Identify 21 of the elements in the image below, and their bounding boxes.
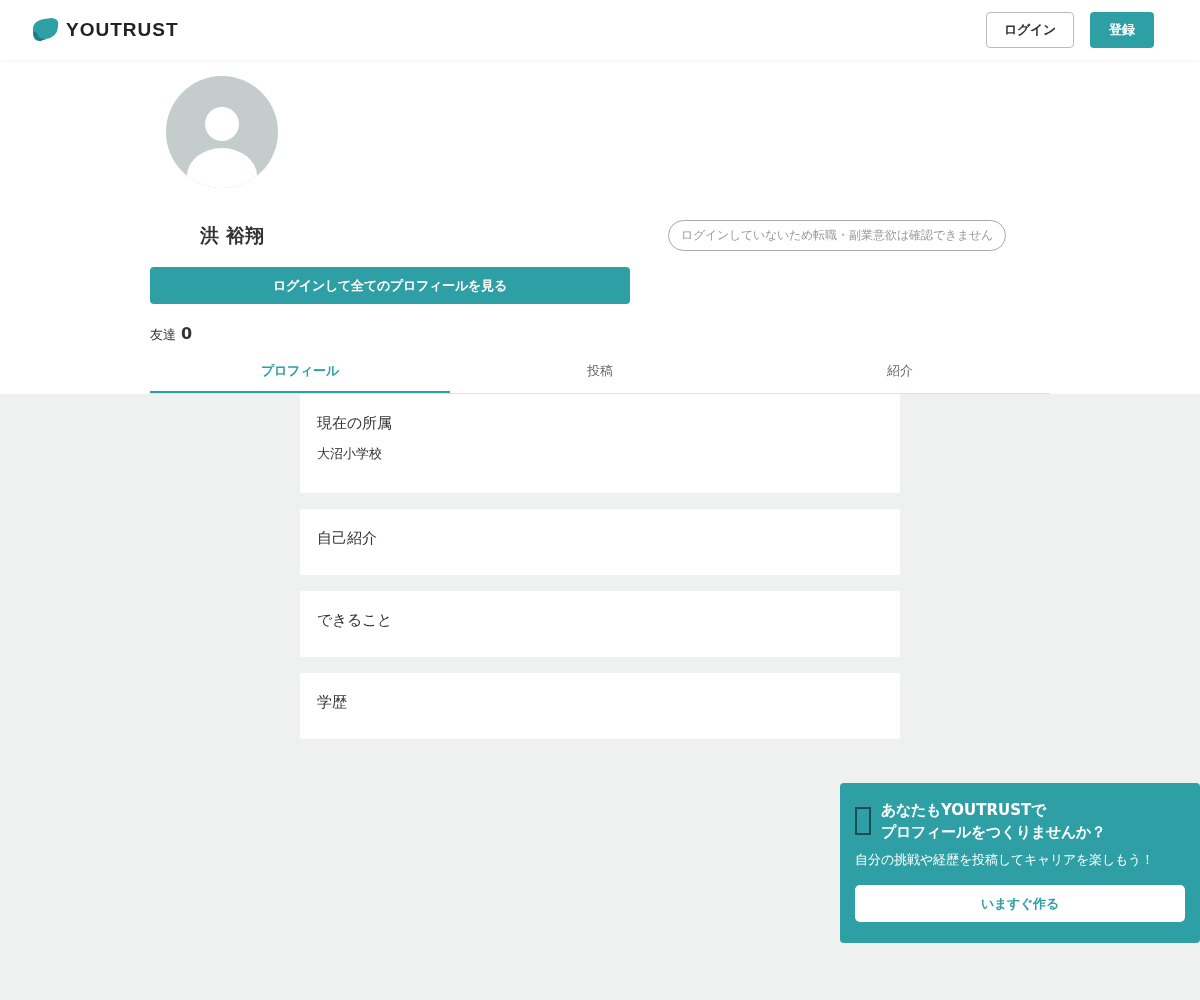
banner-title: プロフィールをつくりませんか？ [881,822,1106,843]
friends-count: 0 [181,324,193,343]
banner-subtitle: 自分の挑戦や経歴を投稿してキャリアを楽しもう！ [855,851,1155,869]
section-title: 現在の所属 [317,414,393,433]
tab[interactable]: 紹介 [750,352,1050,393]
create-now-button[interactable]: いますぐ作る [855,885,1185,922]
section-value: 大沼小学校 [317,445,383,463]
view-profile-button[interactable]: ログインして全てのプロフィールを見る [150,267,630,304]
section-title: 自己紹介 [317,529,378,548]
login-button[interactable]: ログイン [986,12,1074,48]
friends-label: 友達 [150,326,176,344]
user-name: 洪 裕翔 [200,222,264,248]
signup-button[interactable]: 登録 [1090,12,1154,48]
placeholder-glyph-icon [855,807,871,835]
avatar-icon [166,76,278,188]
banner-title: あなたもYOUTRUSTで [881,800,1048,821]
logo-text: YOUTRUST [66,19,179,41]
section-title: 学歴 [317,693,348,712]
logo-icon [30,17,60,43]
tab[interactable]: 投稿 [450,352,750,393]
section-title: できること [317,611,393,630]
